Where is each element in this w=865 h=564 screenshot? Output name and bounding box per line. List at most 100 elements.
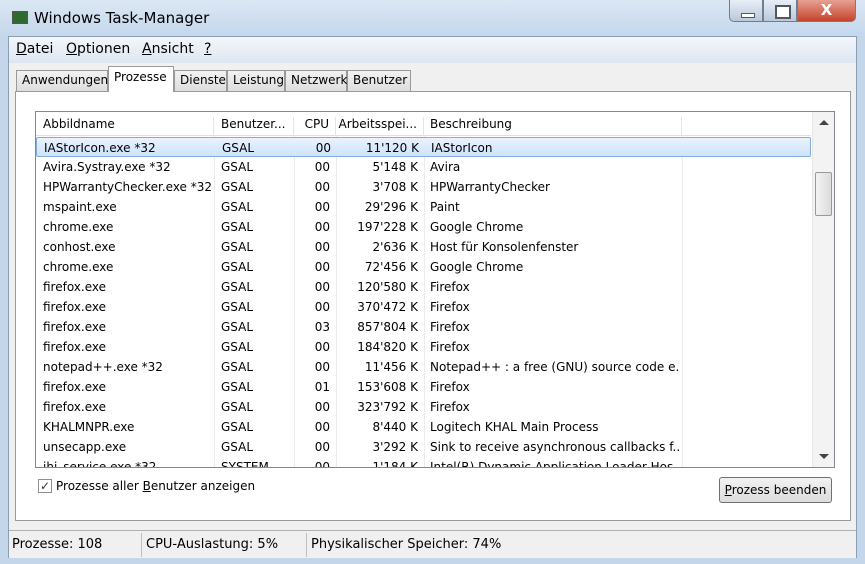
description: Paint (430, 200, 680, 214)
process-row[interactable]: KHALMNPR.exeGSAL008'440 KLogitech KHAL M… (36, 417, 811, 437)
process-name: KHALMNPR.exe (43, 420, 213, 434)
cpu-value: 01 (294, 380, 330, 394)
column-header-arbeitsspeicher[interactable]: Arbeitsspei... (336, 117, 424, 136)
window-client: Datei Optionen Ansicht ? Anwendungen Pro… (8, 36, 857, 558)
process-name: conhost.exe (43, 240, 213, 254)
menu-help[interactable]: ? (204, 41, 211, 57)
show-all-users-label[interactable]: Prozesse aller Benutzer anzeigen (56, 479, 255, 493)
process-row[interactable]: firefox.exe GSAL00 370'472 K Firefox (36, 297, 811, 317)
process-name: firefox.exe (43, 300, 213, 314)
tab-prozesse[interactable]: Prozesse (108, 66, 174, 92)
window-title: Windows Task-Manager (34, 9, 209, 27)
process-row[interactable]: firefox.exeGSAL00120'580 KFirefox (36, 277, 811, 297)
process-row[interactable]: firefox.exeGSAL00184'820 KFirefox (36, 337, 811, 357)
user-name: GSAL (221, 320, 291, 334)
scrollbar-thumb[interactable] (815, 172, 832, 216)
user-name: SYSTEM (221, 460, 291, 468)
memory-value: 11'456 K (336, 360, 418, 374)
tab-netzwerk[interactable]: Netzwerk (285, 70, 347, 91)
cpu-value: 00 (294, 260, 330, 274)
user-name: GSAL (221, 180, 291, 194)
process-name: firefox.exe (43, 400, 213, 414)
process-row[interactable]: firefox.exeGSAL00323'792 KFirefox (36, 397, 811, 417)
status-processes: Prozesse: 108 (12, 537, 102, 552)
process-row[interactable]: notepad++.exe *32GSAL0011'456 KNotepad++… (36, 357, 811, 377)
process-row[interactable]: mspaint.exeGSAL0029'296 KPaint (36, 197, 811, 217)
status-memory: Physikalischer Speicher: 74% (311, 537, 501, 552)
scroll-up-icon[interactable] (819, 120, 829, 125)
tab-benutzer[interactable]: Benutzer (347, 70, 411, 91)
cpu-value: 00 (294, 360, 330, 374)
menu-optionen[interactable]: Optionen (66, 41, 130, 57)
description: Firefox (430, 400, 680, 414)
process-name: firefox.exe (43, 280, 213, 294)
menu-datei[interactable]: Datei (16, 41, 53, 57)
minimize-button[interactable] (729, 0, 763, 22)
process-name: chrome.exe (43, 260, 213, 274)
cpu-value: 00 (294, 160, 330, 174)
process-row[interactable]: firefox.exeGSAL03857'804 KFirefox (36, 317, 811, 337)
process-row[interactable]: jhi_service.exe *32SYSTEM001'184 KIntel(… (36, 457, 811, 468)
description: IAStorIcon (431, 141, 681, 155)
memory-value: 323'792 K (336, 400, 418, 414)
column-header-cpu[interactable]: CPU (294, 117, 336, 136)
process-name: chrome.exe (43, 220, 213, 234)
memory-value: 72'456 K (336, 260, 418, 274)
end-process-button[interactable]: Prozess beenden (719, 477, 832, 503)
tab-leistung[interactable]: Leistung (227, 70, 285, 91)
user-name: GSAL (221, 260, 291, 274)
close-button[interactable]: X (797, 0, 856, 22)
process-name: mspaint.exe (43, 200, 213, 214)
process-row[interactable]: unsecapp.exeGSAL003'292 KSink to receive… (36, 437, 811, 457)
process-name: jhi_service.exe *32 (43, 460, 213, 468)
show-all-users-checkbox[interactable]: ✓ (38, 479, 52, 493)
process-row[interactable]: chrome.exe GSAL00 72'456 K Google Chrome (36, 257, 811, 277)
description: Firefox (430, 280, 680, 294)
description: HPWarrantyChecker (430, 180, 680, 194)
cpu-value: 00 (294, 300, 330, 314)
menu-ansicht[interactable]: Ansicht (142, 41, 194, 57)
memory-value: 120'580 K (336, 280, 418, 294)
user-name: GSAL (221, 340, 291, 354)
column-header-abbildname[interactable]: Abbildname (36, 117, 214, 136)
memory-value: 3'292 K (336, 440, 418, 454)
tab-anwendungen[interactable]: Anwendungen (16, 70, 108, 91)
process-row[interactable]: chrome.exeGSAL00197'228 KGoogle Chrome (36, 217, 811, 237)
maximize-button[interactable] (763, 0, 797, 22)
user-name: GSAL (221, 220, 291, 234)
description: Sink to receive asynchronous callbacks f… (430, 440, 680, 454)
description: Google Chrome (430, 260, 680, 274)
process-row[interactable]: Avira.Systray.exe *32GSAL005'148 KAvira (36, 157, 811, 177)
description: Intel(R) Dynamic Application Loader Hos.… (430, 460, 680, 468)
user-name: GSAL (221, 360, 291, 374)
memory-value: 8'440 K (336, 420, 418, 434)
description: Firefox (430, 300, 680, 314)
memory-value: 3'708 K (336, 180, 418, 194)
list-header: Abbildname Benutzer... CPU Arbeitsspei..… (36, 112, 811, 136)
menu-bar: Datei Optionen Ansicht ? (9, 37, 856, 63)
process-row[interactable]: HPWarrantyChecker.exe *32GSAL003'708 KHP… (36, 177, 811, 197)
column-header-beschreibung[interactable]: Beschreibung (424, 117, 682, 136)
cpu-value: 00 (294, 440, 330, 454)
process-row[interactable]: conhost.exeGSAL002'636 KHost für Konsole… (36, 237, 811, 257)
user-name: GSAL (221, 240, 291, 254)
process-row[interactable]: IAStorIcon.exe *32GSAL0011'120 KIAStorIc… (36, 137, 811, 157)
tab-dienste[interactable]: Dienste (174, 70, 227, 91)
memory-value: 370'472 K (336, 300, 418, 314)
user-name: GSAL (221, 300, 291, 314)
process-name: unsecapp.exe (43, 440, 213, 454)
memory-value: 153'608 K (336, 380, 418, 394)
process-list[interactable]: Abbildname Benutzer... CPU Arbeitsspei..… (35, 111, 835, 468)
scroll-down-icon[interactable] (819, 454, 829, 459)
description: Firefox (430, 320, 680, 334)
process-name: IAStorIcon.exe *32 (44, 141, 214, 155)
column-header-benutzer[interactable]: Benutzer... (214, 117, 294, 136)
description: Firefox (430, 340, 680, 354)
vertical-scrollbar[interactable] (812, 112, 834, 467)
process-row[interactable]: firefox.exeGSAL01153'608 KFirefox (36, 377, 811, 397)
close-icon: X (821, 1, 833, 19)
cpu-value: 00 (294, 420, 330, 434)
cpu-value: 00 (294, 180, 330, 194)
cpu-value: 00 (294, 280, 330, 294)
cpu-value: 00 (295, 141, 331, 155)
